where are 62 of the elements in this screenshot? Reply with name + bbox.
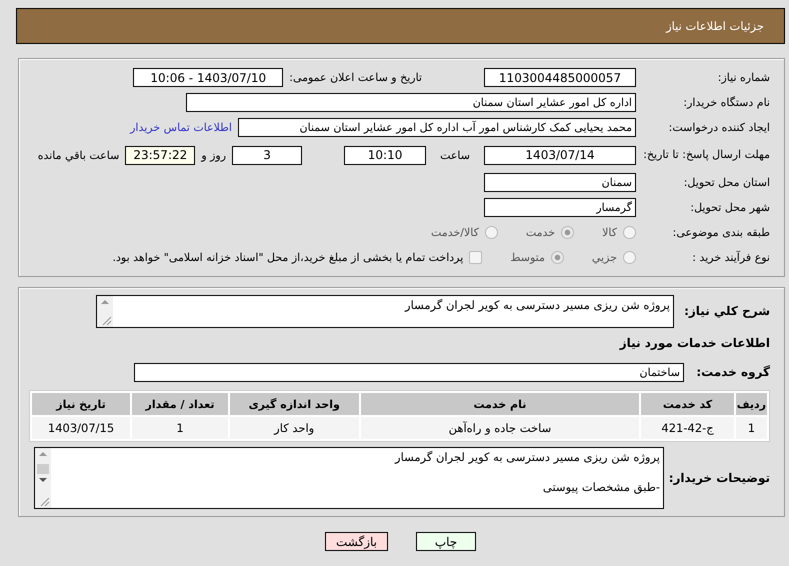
remaining-time-field[interactable]: 23:57:22 (125, 146, 196, 164)
table-cell: ج-42-421 (641, 417, 734, 439)
textarea-text: پروژه شن ریزی مسیر دسترسی به کویر لجران گرمسار (404, 296, 670, 312)
checkbox[interactable] (469, 251, 482, 264)
summary-textarea[interactable]: پروژه شن ریزی مسیر دسترسی به کویر لجران گرمسار (96, 294, 674, 328)
field-label: توضیحات خریدار: (670, 470, 770, 486)
radio-button[interactable] (623, 251, 636, 264)
section-heading: اطلاعات خدمات مورد نیاز (620, 336, 770, 350)
radio-label: متوسط (510, 251, 545, 264)
table-cell: 1403/07/15 (32, 417, 130, 439)
field-label: نام دستگاه خریدار: (682, 96, 770, 110)
radio-label: جزیي (592, 251, 617, 264)
radio-label: کالا (602, 226, 617, 239)
radio-button[interactable] (561, 226, 574, 239)
field-label: طبقه بندی موضوعی: (672, 226, 770, 240)
page-title: جزئیات اطلاعات نیاز (666, 19, 764, 33)
table-cell: 1 (736, 417, 767, 439)
buyer-notes-textarea[interactable]: پروژه شن ریزی مسیر دسترسی به کویر لجران گرمسار -طبق مشخصات پیوستی (34, 447, 664, 509)
field-label: روز و (201, 148, 226, 162)
field-label: تاریخ و ساعت اعلان عمومی: (289, 71, 422, 84)
textarea-text: پروژه شن ریزی مسیر دسترسی به کویر لجران گرمسار (394, 449, 660, 465)
print-button[interactable]: چاپ (416, 532, 476, 551)
field-label: شهر محل تحویل: (689, 200, 770, 214)
radio-button[interactable] (550, 251, 564, 264)
column-header: نام خدمت (360, 393, 640, 415)
service-group-field[interactable]: ساختمان (134, 362, 684, 382)
column-header: کد خدمت (641, 393, 734, 415)
city-field[interactable]: گرمسار (484, 198, 636, 217)
textarea-text: -طبق مشخصات پیوستی (542, 479, 660, 495)
field-label: استان محل تحویل: (682, 176, 770, 190)
deadline-date-field[interactable]: 1403/07/14 (484, 146, 636, 164)
column-header: تاریخ نیاز (32, 393, 130, 415)
scrollbar-drawing[interactable] (97, 296, 113, 326)
province-field[interactable]: سمنان (484, 173, 636, 192)
table-cell: ساخت جاده و راه‌آهن (360, 417, 640, 439)
column-header: تعداد / مقدار (132, 393, 228, 415)
field-label: شرح کلي نياز: (683, 304, 770, 318)
buyer-contact-link[interactable]: اطلاعات تماس خریدار (130, 121, 232, 134)
field-label: ساعت باقي مانده (38, 148, 120, 162)
field-label: گروه خدمت: (695, 364, 770, 380)
table-cell: 1 (132, 417, 228, 439)
creator-field[interactable]: محمد یحیایی کمک کارشناس امور آب اداره کل امور عشایر استان سمنان (238, 118, 636, 137)
buyer-field[interactable]: اداره کل امور عشایر استان سمنان (186, 93, 636, 112)
field-label: ایجاد کننده درخواست: (668, 120, 770, 134)
field-label: شماره نیاز: (716, 70, 770, 84)
field-label: نوع فرآیند خرید : (691, 250, 770, 264)
radio-button[interactable] (623, 226, 636, 239)
column-header: واحد اندازه گیری (230, 393, 359, 415)
radio-button[interactable] (484, 226, 498, 239)
back-button[interactable]: بازگشت (325, 532, 388, 551)
field-label: ساعت (440, 148, 470, 162)
announce-date-field[interactable]: 1403/07/10 - 10:06 (133, 68, 284, 87)
column-header: ردیف (736, 393, 767, 415)
days-field[interactable]: 3 (232, 146, 302, 164)
scrollbar-drawing[interactable] (35, 448, 51, 508)
radio-label: خدمت (526, 226, 556, 239)
field-label: مهلت ارسال پاسخ: تا تاریخ: (642, 148, 770, 162)
table-cell: واحد کار (230, 417, 359, 439)
checkbox-label: پرداخت تمام یا بخشی از مبلغ خرید،از محل "اسناد خزانه اسلامی" خواهد بود. (112, 251, 464, 264)
radio-label: کالا/خدمت (431, 226, 479, 239)
deadline-time-field[interactable]: 10:10 (344, 146, 426, 164)
need-number-field[interactable]: 1103004485000057 (484, 68, 636, 87)
